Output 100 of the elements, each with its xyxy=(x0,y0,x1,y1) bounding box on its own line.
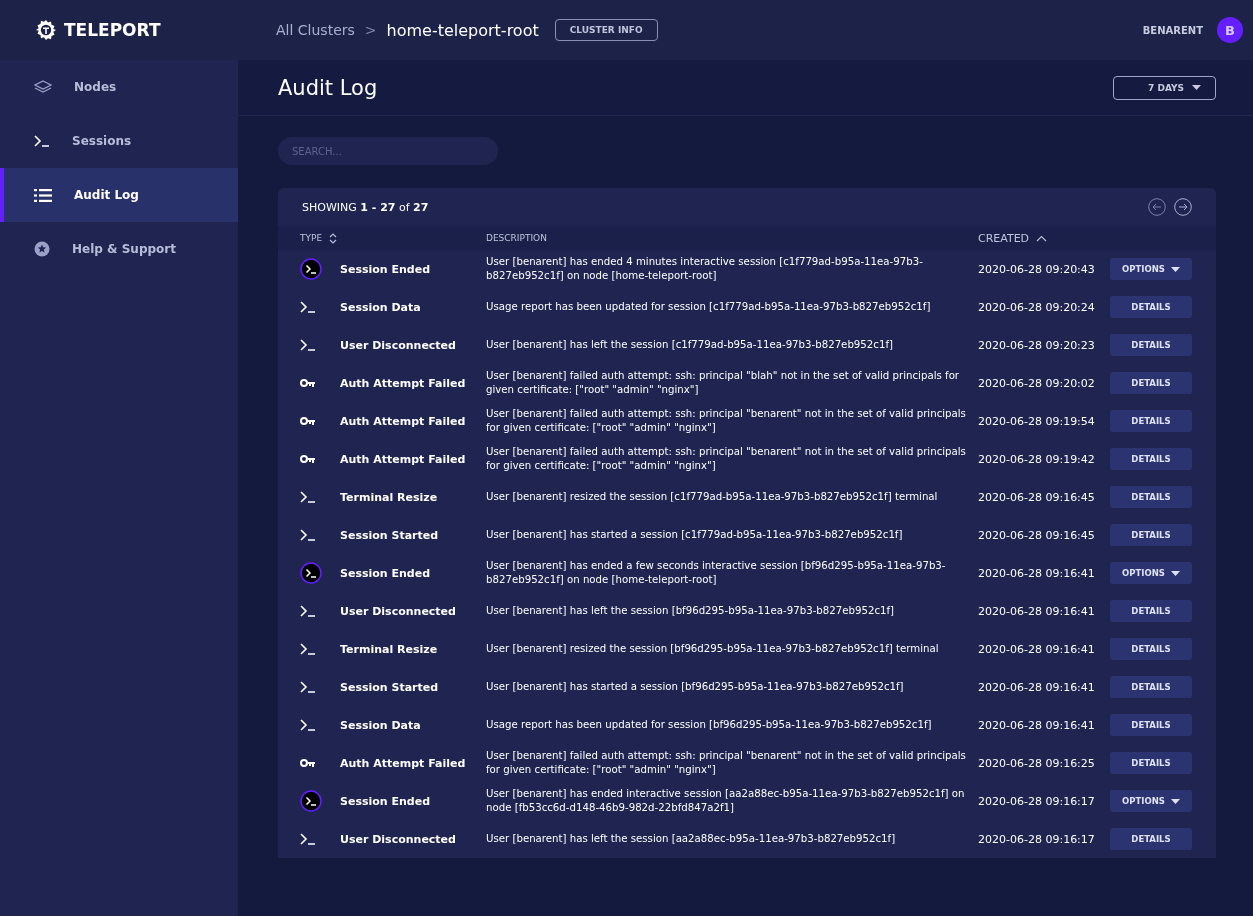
event-description: User [benarent] has left the session [c1f779ad-b95a-11ea-97b3-b827eb952c1f] xyxy=(486,339,893,351)
terminal-icon xyxy=(300,643,316,655)
column-header: DESCRIPTION xyxy=(486,233,547,243)
details-button[interactable]: DETAILS xyxy=(1110,372,1192,394)
event-type: User Disconnected xyxy=(340,604,456,618)
details-button[interactable]: DETAILS xyxy=(1110,600,1192,622)
details-button[interactable]: DETAILS xyxy=(1110,410,1192,432)
event-type: User Disconnected xyxy=(340,338,456,352)
terminal-icon xyxy=(300,833,316,845)
pagination-summary: SHOWING 1 - 27 of 27 xyxy=(302,200,429,214)
column-header[interactable]: TYPE xyxy=(300,233,323,243)
event-description: User [benarent] failed auth attempt: ssh: principal "benarent" not in the set of valid principals for given certificate: ["root" "admin" "nginx"] xyxy=(486,446,966,471)
event-timestamp: 2020-06-28 09:20:43 xyxy=(978,262,1095,276)
previous-page-icon[interactable] xyxy=(1148,198,1166,216)
options-dropdown[interactable]: OPTIONS xyxy=(1110,562,1192,584)
options-dropdown[interactable]: OPTIONS xyxy=(1110,258,1192,280)
event-type: Auth Attempt Failed xyxy=(340,414,466,428)
event-description: User [benarent] failed auth attempt: ssh: principal "benarent" not in the set of valid principals for given certificate: ["root" "admin" "nginx"] xyxy=(486,750,966,775)
sidebar-item[interactable]: Sessions xyxy=(0,114,238,168)
sidebar-item[interactable]: Nodes xyxy=(0,60,238,114)
event-timestamp: 2020-06-28 09:16:25 xyxy=(978,756,1095,770)
details-button[interactable]: DETAILS xyxy=(1110,524,1192,546)
event-description: User [benarent] resized the session [c1f779ad-b95a-11ea-97b3-b827eb952c1f] terminal xyxy=(486,491,938,503)
terminal-icon xyxy=(34,135,50,147)
details-button[interactable]: DETAILS xyxy=(1110,676,1192,698)
details-button[interactable]: DETAILS xyxy=(1110,486,1192,508)
event-timestamp: 2020-06-28 09:20:24 xyxy=(978,300,1095,314)
terminal-icon xyxy=(300,605,316,617)
terminal-icon xyxy=(300,681,316,693)
event-timestamp: 2020-06-28 09:16:41 xyxy=(978,718,1095,732)
event-timestamp: 2020-06-28 09:16:41 xyxy=(978,680,1095,694)
list-icon xyxy=(34,188,52,202)
event-type: Session Started xyxy=(340,680,439,694)
sidebar-item[interactable]: Audit Log xyxy=(0,168,238,222)
key-icon xyxy=(300,454,316,464)
star-circle-icon xyxy=(34,241,50,257)
event-timestamp: 2020-06-28 09:16:41 xyxy=(978,642,1095,656)
event-timestamp: 2020-06-28 09:16:41 xyxy=(978,566,1095,580)
event-type: Terminal Resize xyxy=(340,490,438,504)
event-type: Terminal Resize xyxy=(340,642,438,656)
event-type: Session Ended xyxy=(340,794,431,808)
user-avatar[interactable]: B xyxy=(1217,17,1243,43)
time-range-dropdown[interactable]: 7 DAYS xyxy=(1113,75,1216,100)
details-button[interactable]: DETAILS xyxy=(1110,714,1192,736)
details-button[interactable]: DETAILS xyxy=(1110,752,1192,774)
event-type: Auth Attempt Failed xyxy=(340,376,466,390)
event-timestamp: 2020-06-28 09:20:02 xyxy=(978,376,1095,390)
event-description: User [benarent] failed auth attempt: ssh: principal "benarent" not in the set of valid principals for given certificate: ["root" "admin" "nginx"] xyxy=(486,408,966,433)
caret-icon xyxy=(1192,85,1201,90)
caret-icon xyxy=(1170,266,1180,272)
details-button[interactable]: DETAILS xyxy=(1110,638,1192,660)
brand-name: TELEPORT xyxy=(64,20,161,40)
terminal-circle-icon xyxy=(300,790,322,812)
key-icon xyxy=(300,416,316,426)
details-button[interactable]: DETAILS xyxy=(1110,296,1192,318)
event-description: User [benarent] resized the session [bf96d295-b95a-11ea-97b3-b827eb952c1f] terminal xyxy=(486,643,939,655)
event-timestamp: 2020-06-28 09:16:17 xyxy=(978,794,1095,808)
event-description: User [benarent] has ended 4 minutes interactive session [c1f779ad-b95a-11ea-97b3-b827eb952c1f] on node [home-teleport-root] xyxy=(486,256,923,281)
event-description: User [benarent] has started a session [bf96d295-b95a-11ea-97b3-b827eb952c1f] xyxy=(486,681,904,693)
event-description: Usage report has been updated for session [bf96d295-b95a-11ea-97b3-b827eb952c1f] xyxy=(486,719,932,731)
terminal-icon xyxy=(300,719,316,731)
sidebar-item[interactable]: Help & Support xyxy=(0,222,238,276)
event-timestamp: 2020-06-28 09:16:45 xyxy=(978,490,1095,504)
event-description: User [benarent] has ended interactive session [aa2a88ec-b95a-11ea-97b3-b827eb952c1f] on node [fb53cc6d-d148-46b9-982d-22bfd847a2f1] xyxy=(486,788,965,813)
event-timestamp: 2020-06-28 09:19:42 xyxy=(978,452,1095,466)
event-timestamp: 2020-06-28 09:20:23 xyxy=(978,338,1095,352)
key-icon xyxy=(300,758,316,768)
terminal-circle-icon xyxy=(300,562,322,584)
event-description: User [benarent] has left the session [aa2a88ec-b95a-11ea-97b3-b827eb952c1f] xyxy=(486,833,896,845)
event-type: Session Ended xyxy=(340,262,431,276)
terminal-icon xyxy=(300,491,316,503)
next-page-icon[interactable] xyxy=(1174,198,1192,216)
event-description: User [benarent] has ended a few seconds interactive session [bf96d295-b95a-11ea-97b3-b827eb952c1f] on node [home-teleport-root] xyxy=(486,560,946,585)
event-timestamp: 2020-06-28 09:16:45 xyxy=(978,528,1095,542)
terminal-icon xyxy=(300,529,316,541)
user-name[interactable]: BENARENT xyxy=(1142,24,1203,36)
event-type: Auth Attempt Failed xyxy=(340,756,466,770)
event-description: Usage report has been updated for session [c1f779ad-b95a-11ea-97b3-b827eb952c1f] xyxy=(486,301,931,313)
page-title: Audit Log xyxy=(278,75,378,100)
layers-icon xyxy=(34,80,52,94)
event-timestamp: 2020-06-28 09:16:41 xyxy=(978,604,1095,618)
details-button[interactable]: DETAILS xyxy=(1110,448,1192,470)
event-timestamp: 2020-06-28 09:19:54 xyxy=(978,414,1095,428)
event-description: User [benarent] has left the session [bf96d295-b95a-11ea-97b3-b827eb952c1f] xyxy=(486,605,895,617)
search-field[interactable]: SEARCH... xyxy=(278,137,498,165)
cluster-info-button[interactable]: CLUSTER INFO xyxy=(554,19,658,41)
cluster-name: home-teleport-root xyxy=(386,20,539,40)
event-timestamp: 2020-06-28 09:16:17 xyxy=(978,832,1095,846)
options-dropdown[interactable]: OPTIONS xyxy=(1110,790,1192,812)
caret-icon xyxy=(1170,570,1180,576)
breadcrumb-link[interactable]: All Clusters xyxy=(276,22,355,38)
sort-icon[interactable] xyxy=(329,232,338,244)
terminal-circle-icon xyxy=(300,258,322,280)
caret-icon xyxy=(1170,798,1180,804)
event-type: Auth Attempt Failed xyxy=(340,452,466,466)
sort-ascending-icon[interactable] xyxy=(1036,234,1048,242)
key-icon xyxy=(300,378,316,388)
details-button[interactable]: DETAILS xyxy=(1110,334,1192,356)
details-button[interactable]: DETAILS xyxy=(1110,828,1192,850)
event-description: User [benarent] has started a session [c1f779ad-b95a-11ea-97b3-b827eb952c1f] xyxy=(486,529,903,541)
